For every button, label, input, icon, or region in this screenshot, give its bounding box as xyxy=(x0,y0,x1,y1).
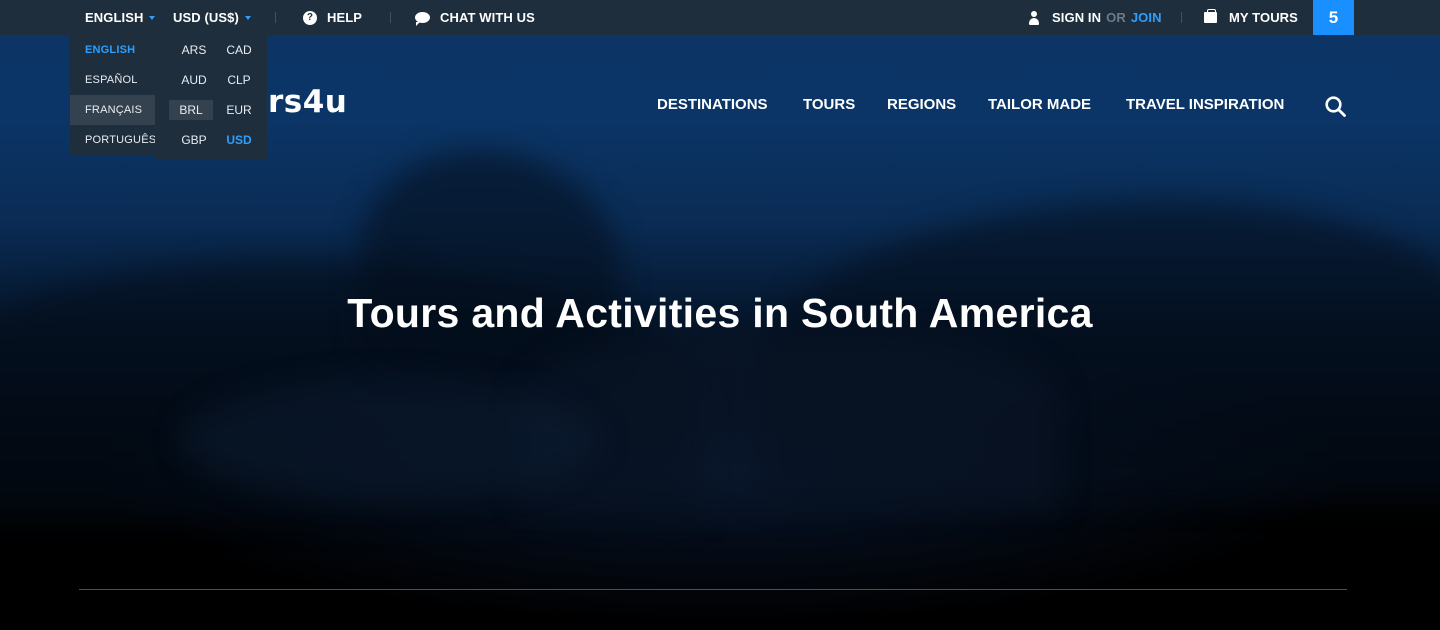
chat-link[interactable]: CHAT WITH US xyxy=(415,0,535,35)
language-option-portugues[interactable]: PORTUGUÊS xyxy=(70,125,168,155)
page-title: Tours and Activities in South America xyxy=(347,290,1093,336)
nav-travel-inspiration[interactable]: TRAVEL INSPIRATION xyxy=(1126,96,1284,113)
currency-label: USD (US$) xyxy=(173,10,239,25)
currency-option-usd[interactable]: USD xyxy=(219,125,259,155)
caret-down-icon xyxy=(244,16,251,20)
background-mountain xyxy=(180,380,600,500)
background-mountain xyxy=(520,330,1060,510)
chat-bubble-icon xyxy=(415,12,430,26)
nav-tailor-made[interactable]: TAILOR MADE xyxy=(988,96,1091,113)
nav-destinations[interactable]: DESTINATIONS xyxy=(657,96,768,113)
currency-dropdown: ARS CAD AUD CLP BRL EUR GBP USD xyxy=(155,35,267,159)
top-bar: ENGLISH USD (US$) ? HELP CHAT WITH US SI… xyxy=(0,0,1440,35)
separator xyxy=(275,12,276,23)
separator xyxy=(390,12,391,23)
divider xyxy=(79,589,1347,590)
currency-option-aud[interactable]: AUD xyxy=(169,65,219,95)
join-link[interactable]: JOIN xyxy=(1131,10,1162,25)
language-selector[interactable]: ENGLISH xyxy=(85,0,156,35)
nav-tours[interactable]: TOURS xyxy=(803,96,855,113)
caret-down-icon xyxy=(149,16,156,20)
background-mountain xyxy=(360,150,620,370)
question-circle-icon: ? xyxy=(303,10,317,25)
currency-option-cad[interactable]: CAD xyxy=(219,35,259,65)
briefcase-icon xyxy=(1204,9,1217,23)
currency-option-ars[interactable]: ARS xyxy=(169,35,219,65)
search-icon[interactable] xyxy=(1325,96,1346,117)
currency-option-clp[interactable]: CLP xyxy=(219,65,259,95)
or-text: OR xyxy=(1106,10,1126,25)
my-tours-link[interactable]: MY TOURS xyxy=(1204,0,1298,35)
separator xyxy=(1181,12,1182,23)
language-dropdown: ENGLISH ESPAÑOL FRANÇAIS PORTUGUÊS xyxy=(70,35,168,156)
currency-option-brl[interactable]: BRL xyxy=(169,100,213,120)
account-links: SIGN IN OR JOIN xyxy=(1028,0,1162,35)
nav-regions[interactable]: REGIONS xyxy=(887,96,956,113)
currency-selector[interactable]: USD (US$) xyxy=(173,0,251,35)
language-label: ENGLISH xyxy=(85,10,144,25)
my-tours-count-badge[interactable]: 5 xyxy=(1313,0,1354,35)
help-label: HELP xyxy=(327,10,363,25)
language-option-espanol[interactable]: ESPAÑOL xyxy=(70,65,168,95)
user-icon xyxy=(1028,10,1040,25)
help-link[interactable]: ? HELP xyxy=(303,0,362,35)
currency-option-eur[interactable]: EUR xyxy=(219,95,259,125)
site-logo[interactable]: rs4u xyxy=(268,84,347,120)
language-option-francais[interactable]: FRANÇAIS xyxy=(70,95,168,125)
my-tours-label: MY TOURS xyxy=(1229,10,1298,25)
chat-label: CHAT WITH US xyxy=(440,10,535,25)
sign-in-link[interactable]: SIGN IN xyxy=(1052,10,1101,25)
language-option-english[interactable]: ENGLISH xyxy=(70,35,168,65)
currency-option-gbp[interactable]: GBP xyxy=(169,125,219,155)
